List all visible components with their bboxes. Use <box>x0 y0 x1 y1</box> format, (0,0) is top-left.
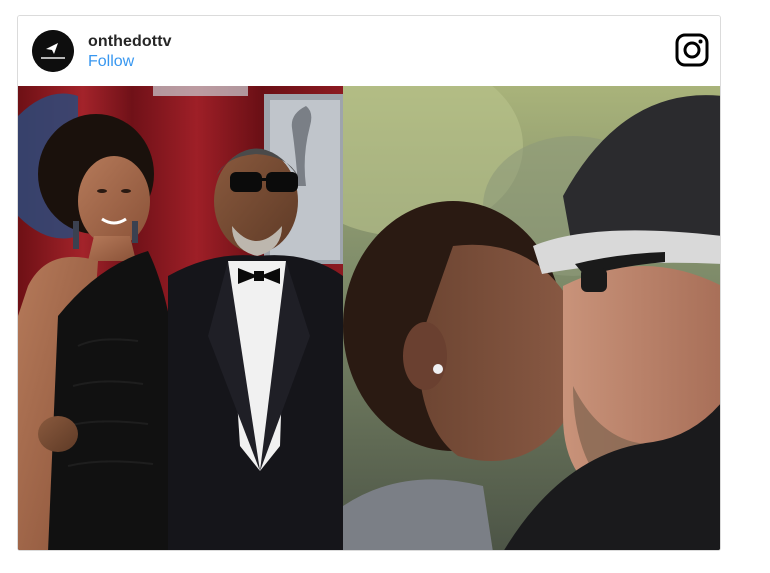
instagram-icon[interactable] <box>675 33 709 67</box>
post-header: onthedottv Follow <box>18 16 720 86</box>
post-photo[interactable] <box>18 86 720 550</box>
instagram-embed-card: onthedottv Follow <box>17 15 721 551</box>
account-username[interactable]: onthedottv <box>88 33 172 51</box>
follow-button[interactable]: Follow <box>88 53 134 71</box>
account-avatar-icon <box>32 30 74 72</box>
couple-kissing-photo <box>343 86 720 550</box>
red-carpet-couple-photo <box>18 86 343 550</box>
account-avatar[interactable] <box>32 30 74 72</box>
